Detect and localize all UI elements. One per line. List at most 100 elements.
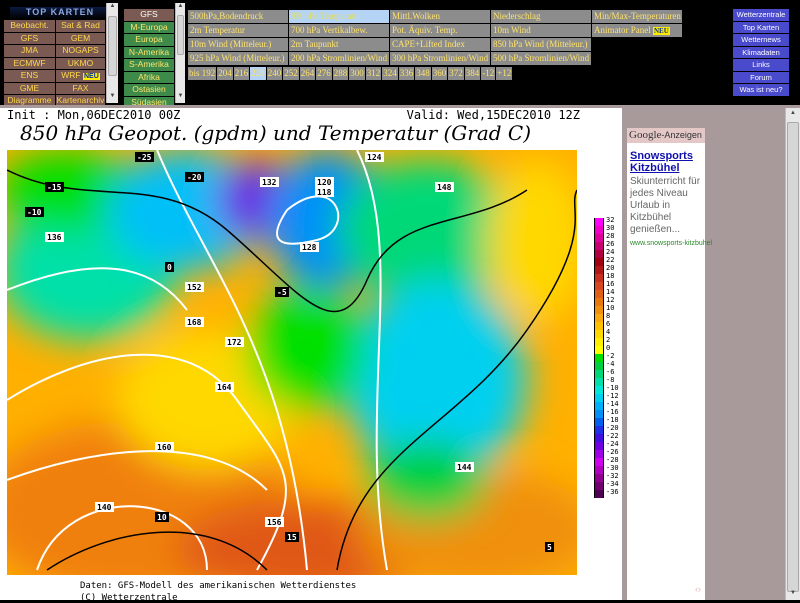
model-sat-rad[interactable]: Sat & Rad [56, 20, 105, 32]
colorbar-swatch [594, 274, 604, 282]
ad-title-link[interactable]: Snowsports Kitzbühel [630, 150, 704, 174]
parameter-item[interactable]: Min/Max-Temperaturen [592, 10, 682, 23]
forecast-hour-item[interactable]: 312 [365, 67, 382, 80]
colorbar-swatch [594, 330, 604, 338]
parameter-item[interactable]: 2m Temperatur [188, 24, 288, 37]
colorbar-tick: 6 [606, 320, 611, 328]
colorbar-tick: -4 [606, 360, 615, 368]
map-footer-copyright: (C) Wetterzentrale [80, 593, 178, 603]
parameter-item[interactable]: 925 hPa Wind (Mitteleur.) [188, 52, 288, 65]
colorbar-swatch [594, 282, 604, 290]
scroll-down-icon[interactable]: ▼ [786, 590, 800, 600]
model-menu: Beobacht. Sat & Rad GFS GEM JMA NOGAPS E… [4, 20, 105, 107]
region-item[interactable]: M-Europa [124, 21, 174, 33]
forecast-hour-item[interactable]: 216 [233, 67, 250, 80]
forecast-hour-item[interactable]: -12 [481, 67, 496, 80]
colorbar-tick: 14 [606, 288, 615, 296]
forecast-hour-item[interactable]: +12 [496, 67, 513, 80]
model-gfs[interactable]: GFS [4, 32, 55, 44]
parameter-item[interactable]: 300 hPa Stromlinien/Wind [390, 52, 490, 65]
forecast-hour-item[interactable]: 228 [250, 67, 266, 80]
forecast-hour-item[interactable]: 384 [464, 67, 481, 80]
scroll-up-icon[interactable]: ▲ [786, 110, 800, 120]
parameter-item[interactable]: 850 hPa Wind (Mitteleur.) [491, 38, 591, 51]
site-navigation: Wetterzentrale Top Karten Wetternews Kli… [733, 9, 789, 96]
scroll-down-icon[interactable]: ▼ [107, 93, 118, 103]
forecast-hour-item[interactable]: 252 [283, 67, 299, 80]
region-item[interactable]: Ostasien [124, 84, 174, 96]
nav-wetternews[interactable]: Wetternews [733, 34, 789, 46]
region-item[interactable]: S-Amerika [124, 59, 174, 71]
parameter-item[interactable]: 500 hPa Stromlinien/Wind [491, 52, 591, 65]
parameter-item [592, 52, 682, 65]
contour-label: 164 [217, 383, 232, 392]
region-scrollbar[interactable]: ▲ ▼ [175, 3, 185, 103]
forecast-hour-item[interactable]: 324 [382, 67, 398, 80]
nav-klimadaten[interactable]: Klimadaten [733, 46, 789, 58]
parameter-item[interactable]: 500hPa,Bodendruck [188, 10, 288, 23]
valid-time: Valid: Wed,15DEC2010 12Z [406, 108, 580, 122]
forecast-hour-item[interactable]: 276 [316, 67, 332, 80]
contour-label: 5 [547, 543, 552, 552]
new-badge: NEU [653, 27, 670, 35]
forecast-hour-item[interactable]: 264 [299, 67, 316, 80]
model-fax[interactable]: FAX [56, 82, 105, 94]
model-ecmwf[interactable]: ECMWF [4, 57, 55, 69]
scroll-down-icon[interactable]: ▼ [176, 93, 185, 103]
ad-pager-arrows-icon[interactable]: ‹› [695, 584, 701, 594]
page-scrollbar[interactable]: ▲ ▼ [785, 108, 800, 600]
colorbar-tick: -14 [606, 400, 619, 408]
parameter-item[interactable]: Mittl.Wolken [390, 10, 490, 23]
model-beobacht[interactable]: Beobacht. [4, 20, 55, 32]
parameter-item[interactable]: Niederschlag [491, 10, 591, 23]
new-badge: NEU [82, 73, 100, 80]
forecast-hour-item[interactable]: 372 [448, 67, 464, 80]
forecast-hour-item[interactable]: 300 [349, 67, 365, 80]
scroll-up-icon[interactable]: ▲ [107, 3, 118, 13]
model-scrollbar[interactable]: ▲ ▼ [106, 3, 118, 103]
model-nogaps[interactable]: NOGAPS [56, 45, 105, 57]
model-gem[interactable]: GEM [56, 32, 105, 44]
forecast-hour-item[interactable]: 360 [431, 67, 448, 80]
ad-url[interactable]: www.snowsports-kitzbuhel [630, 240, 712, 247]
colorbar-swatch [594, 386, 604, 394]
parameter-item[interactable]: Pot. Äquiv. Temp. [390, 24, 490, 37]
nav-top-karten[interactable]: Top Karten [733, 21, 789, 33]
forecast-hour-item[interactable]: bis 192 [188, 67, 217, 80]
scroll-up-icon[interactable]: ▲ [176, 3, 185, 13]
region-item[interactable]: Afrika [124, 71, 174, 83]
colorbar-tick: -36 [606, 488, 619, 496]
parameter-item[interactable]: 10m Wind [491, 24, 591, 37]
forecast-hour-item[interactable]: 288 [332, 67, 349, 80]
nav-wetterzentrale[interactable]: Wetterzentrale [733, 9, 789, 21]
forecast-hour-item[interactable]: 240 [266, 67, 283, 80]
forecast-hour-item[interactable]: 336 [398, 67, 415, 80]
nav-forum[interactable]: Forum [733, 71, 789, 83]
contour-label: -15 [47, 183, 62, 192]
colorbar-swatch [594, 338, 604, 346]
colorbar-swatch [594, 418, 604, 426]
region-item[interactable]: N-Amerika [124, 46, 174, 58]
model-wrf[interactable]: WRF NEU [56, 70, 105, 82]
colorbar-tick: -10 [606, 384, 619, 392]
parameter-item[interactable]: Animator Panel NEU [592, 24, 682, 37]
forecast-hour-item[interactable]: 204 [217, 67, 233, 80]
parameter-item[interactable]: 10m Wind (Mitteleur.) [188, 38, 288, 51]
parameter-item[interactable]: CAPE+Lifted Index [390, 38, 490, 51]
nav-was-ist-neu[interactable]: Was ist neu? [733, 84, 789, 96]
nav-links[interactable]: Links [733, 59, 789, 71]
parameter-item[interactable]: 2m Taupunkt [289, 38, 389, 51]
region-item[interactable]: Europa [124, 34, 174, 46]
parameter-item[interactable]: 850hPa Temperatur [289, 10, 389, 23]
parameter-item[interactable]: 700 hPa Vertikalbew. [289, 24, 389, 37]
model-ens[interactable]: ENS [4, 70, 55, 82]
model-ukmo[interactable]: UKMO [56, 57, 105, 69]
model-jma[interactable]: JMA [4, 45, 55, 57]
temperature-colorbar: 32 30 28 26 24 22 20 18 16 14 12 10 8 6 4 2 0 -2 -4 -6 -8 -10… [594, 216, 622, 508]
model-gme[interactable]: GME [4, 82, 55, 94]
contour-label: 15 [287, 533, 297, 542]
contour-label: 156 [267, 518, 282, 527]
parameter-item[interactable]: 200 hPa Stromlinien/Wind [289, 52, 389, 65]
colorbar-swatch [594, 322, 604, 330]
forecast-hour-item[interactable]: 348 [415, 67, 431, 80]
